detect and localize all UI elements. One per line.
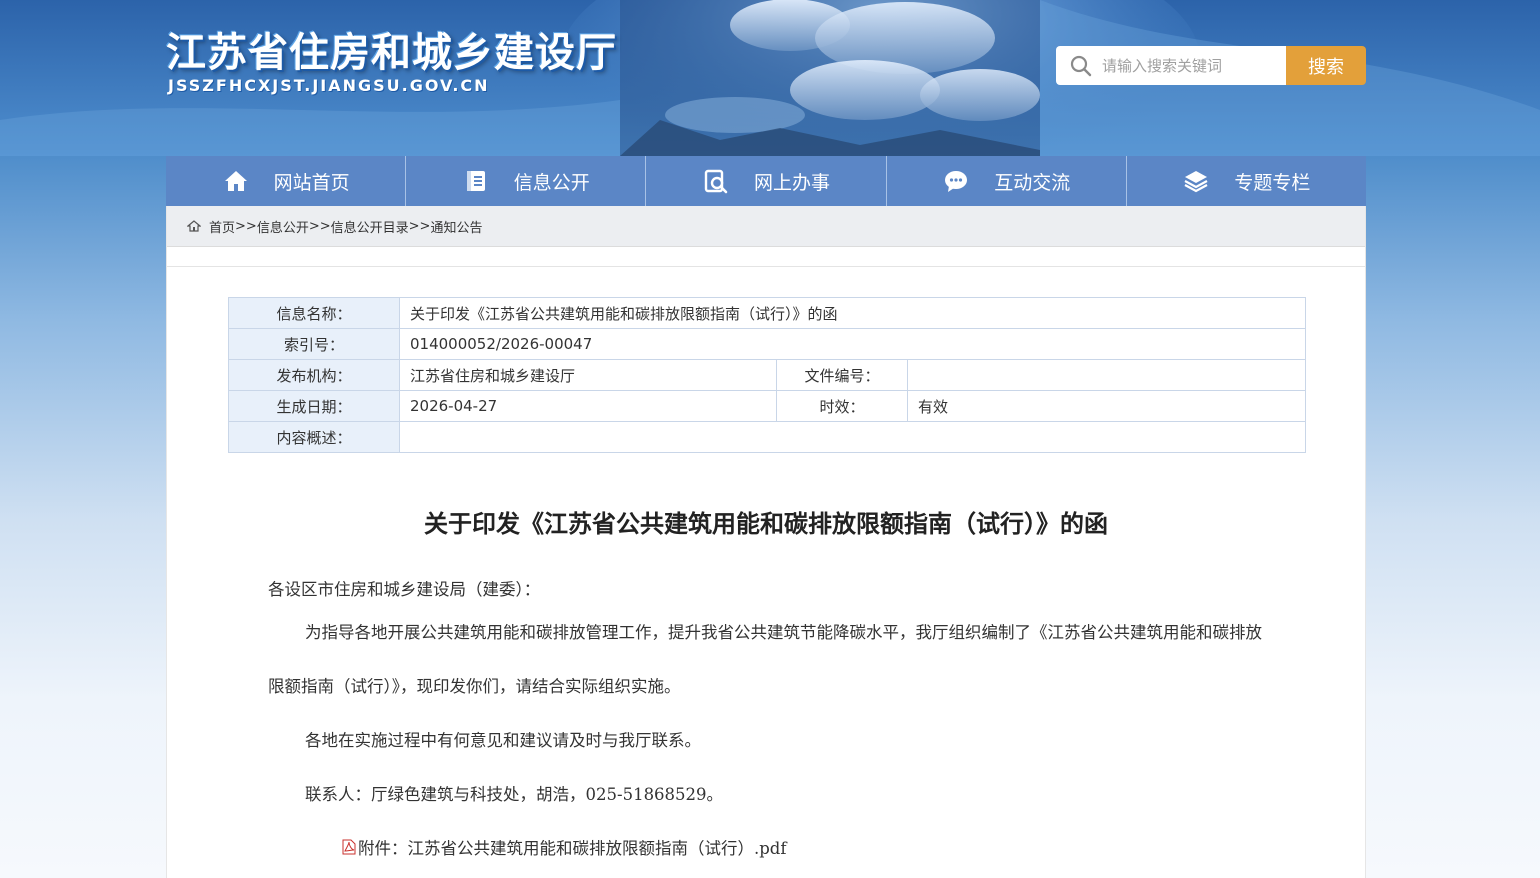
info-org-value: 江苏省住房和城乡建设厅 bbox=[399, 359, 777, 391]
nav-label: 网上办事 bbox=[754, 171, 831, 194]
divider bbox=[167, 247, 1365, 267]
nav-item-interaction[interactable]: 互动交流 bbox=[887, 156, 1127, 206]
info-validity-value: 有效 bbox=[907, 390, 1306, 422]
breadcrumb: 首页 >> 信息公开 >> 信息公开目录 >> 通知公告 bbox=[167, 206, 1365, 247]
breadcrumb-separator: >> bbox=[408, 218, 431, 234]
chat-icon bbox=[942, 167, 970, 195]
pdf-icon bbox=[305, 823, 356, 877]
search-button[interactable]: 搜索 bbox=[1286, 46, 1366, 85]
breadcrumb-separator: >> bbox=[308, 218, 331, 234]
article-paragraph: 联系人：厅绿色建筑与科技处，胡浩，025-51868529。 bbox=[305, 785, 724, 804]
info-summary-label: 内容概述： bbox=[228, 421, 400, 453]
breadcrumb-separator: >> bbox=[235, 218, 257, 234]
info-docno-value bbox=[907, 359, 1306, 391]
info-name-value: 关于印发《江苏省公共建筑用能和碳排放限额指南（试行）》的函 bbox=[399, 297, 1306, 329]
search-input[interactable] bbox=[1100, 46, 1284, 85]
nav-item-info-public[interactable]: 信息公开 bbox=[406, 156, 647, 206]
table-row: 发布机构： 江苏省住房和城乡建设厅 文件编号： bbox=[228, 359, 1306, 391]
search-box bbox=[1056, 46, 1286, 85]
info-index-label: 索引号： bbox=[228, 328, 400, 360]
main-nav: 网站首页 信息公开 网上办事 互动交流 专题专栏 bbox=[166, 156, 1366, 206]
breadcrumb-info-catalog[interactable]: 信息公开目录 bbox=[331, 217, 409, 236]
info-date-label: 生成日期： bbox=[228, 390, 400, 422]
home-icon bbox=[187, 220, 201, 232]
info-docno-label: 文件编号： bbox=[776, 359, 908, 391]
info-name-label: 信息名称： bbox=[228, 297, 400, 329]
nav-item-online-service[interactable]: 网上办事 bbox=[646, 156, 887, 206]
info-org-label: 发布机构： bbox=[228, 359, 400, 391]
info-table: 信息名称： 关于印发《江苏省公共建筑用能和碳排放限额指南（试行）》的函 索引号：… bbox=[228, 297, 1306, 453]
nav-label: 网站首页 bbox=[273, 171, 350, 194]
nav-label: 专题专栏 bbox=[1234, 171, 1311, 194]
table-row: 生成日期： 2026-04-27 时效： 有效 bbox=[228, 390, 1306, 422]
table-row: 索引号： 014000052/2026-00047 bbox=[228, 328, 1306, 360]
breadcrumb-notices[interactable]: 通知公告 bbox=[430, 217, 482, 236]
info-date-value: 2026-04-27 bbox=[399, 390, 777, 422]
article-salutation: 各设区市住房和城乡建设局（建委）： bbox=[268, 580, 541, 599]
article-body: 各设区市住房和城乡建设局（建委）： 为指导各地开展公共建筑用能和碳排放管理工作，… bbox=[268, 574, 1268, 877]
search-icon bbox=[1056, 46, 1092, 85]
site-header: 江苏省住房和城乡建设厅 JSSZFHCXJST.JIANGSU.GOV.CN 搜… bbox=[0, 0, 1540, 156]
table-row: 信息名称： 关于印发《江苏省公共建筑用能和碳排放限额指南（试行）》的函 bbox=[228, 297, 1306, 329]
info-validity-label: 时效： bbox=[776, 390, 908, 422]
layers-icon bbox=[1182, 167, 1210, 195]
table-row: 内容概述： bbox=[228, 421, 1306, 453]
breadcrumb-info-public[interactable]: 信息公开 bbox=[257, 217, 309, 236]
site-domain: JSSZFHCXJST.JIANGSU.GOV.CN bbox=[168, 76, 490, 95]
content-panel: 首页 >> 信息公开 >> 信息公开目录 >> 通知公告 信息名称： 关于印发《… bbox=[166, 206, 1366, 878]
article-attachment: 附件：江苏省公共建筑用能和碳排放限额指南（试行）.pdf bbox=[268, 822, 1268, 877]
article-paragraph: 各地在实施过程中有何意见和建议请及时与我厅联系。 bbox=[305, 731, 701, 750]
nav-label: 互动交流 bbox=[994, 171, 1071, 194]
breadcrumb-home[interactable]: 首页 bbox=[209, 217, 235, 236]
info-summary-value bbox=[399, 421, 1306, 453]
info-index-value: 014000052/2026-00047 bbox=[399, 328, 1306, 360]
home-icon bbox=[222, 167, 250, 195]
document-icon bbox=[462, 167, 490, 195]
search-document-icon bbox=[702, 167, 730, 195]
site-title[interactable]: 江苏省住房和城乡建设厅 bbox=[166, 20, 617, 78]
attachment-link[interactable]: 附件：江苏省公共建筑用能和碳排放限额指南（试行）.pdf bbox=[358, 839, 786, 858]
nav-item-home[interactable]: 网站首页 bbox=[166, 156, 407, 206]
nav-label: 信息公开 bbox=[513, 171, 590, 194]
nav-item-special-topics[interactable]: 专题专栏 bbox=[1127, 156, 1366, 206]
article-title: 关于印发《江苏省公共建筑用能和碳排放限额指南（试行）》的函 bbox=[424, 510, 1108, 538]
article-paragraph: 为指导各地开展公共建筑用能和碳排放管理工作，提升我省公共建筑节能降碳水平，我厅组… bbox=[268, 623, 1262, 696]
